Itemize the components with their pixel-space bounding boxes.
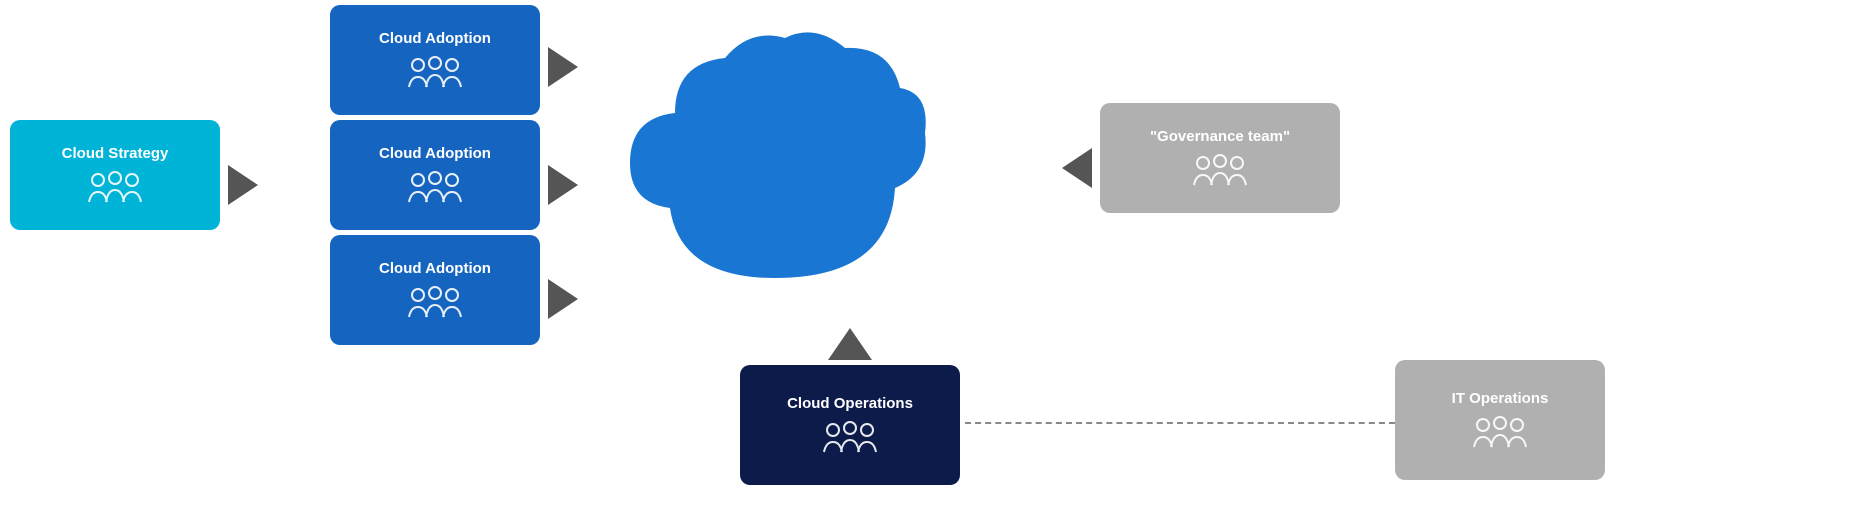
cloud-adoption-box-1: Cloud Adoption [330,5,540,115]
arrow-governance-to-cloud [1062,148,1092,188]
arrow-adoption2-to-cloud [548,165,578,205]
governance-team-box: "Governance team" [1100,103,1340,213]
it-operations-box: IT Operations [1395,360,1605,480]
it-operations-label: IT Operations [1452,389,1549,409]
cloud-shape [620,18,930,298]
diagram-container: Cloud Strategy Cloud Adoption Cloud Adop… [0,0,1855,521]
cloud-adoption-box-3: Cloud Adoption [330,235,540,345]
people-icon-strategy [88,170,142,206]
cloud-strategy-label: Cloud Strategy [62,144,169,164]
cloud-operations-label: Cloud Operations [787,394,913,414]
cloud-adoption-1-label: Cloud Adoption [379,29,491,49]
arrow-adoption3-to-cloud [548,279,578,319]
people-icon-adoption1 [408,55,462,91]
arrow-ops-to-cloud [828,328,872,360]
dashed-line-ops [965,422,1395,424]
people-icon-adoption3 [408,285,462,321]
cloud-adoption-2-label: Cloud Adoption [379,144,491,164]
people-icon-it-ops [1473,415,1527,451]
people-icon-adoption2 [408,170,462,206]
arrow-adoption1-to-cloud [548,47,578,87]
people-icon-governance [1193,153,1247,189]
governance-team-label: "Governance team" [1150,127,1290,147]
cloud-adoption-box-2: Cloud Adoption [330,120,540,230]
cloud-strategy-box: Cloud Strategy [10,120,220,230]
cloud-operations-box: Cloud Operations [740,365,960,485]
people-icon-operations [823,420,877,456]
cloud-adoption-3-label: Cloud Adoption [379,259,491,279]
arrow-strategy-to-adoptions [228,165,258,205]
